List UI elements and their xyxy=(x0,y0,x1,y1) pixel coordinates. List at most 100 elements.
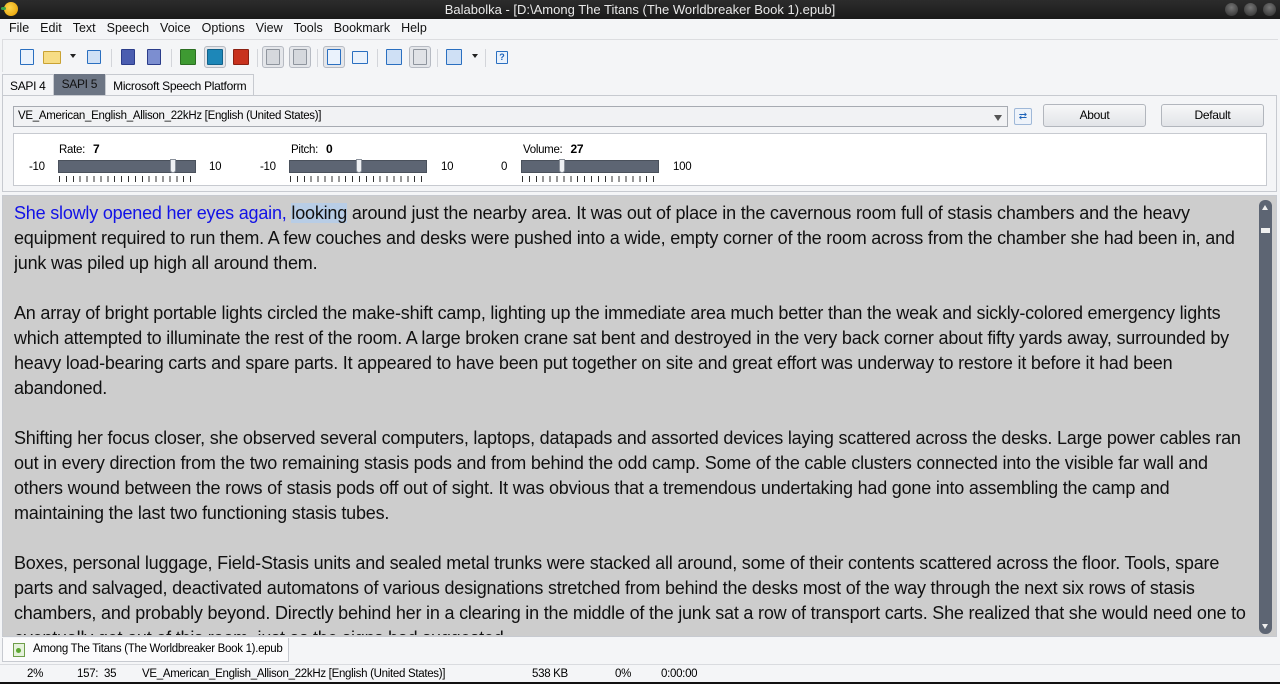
tab-sapi4[interactable]: SAPI 4 xyxy=(2,74,54,95)
paragraph: Shifting her focus closer, she observed … xyxy=(14,428,1241,523)
minimize-button[interactable] xyxy=(1225,3,1238,16)
vertical-scrollbar[interactable] xyxy=(1259,200,1272,634)
scroll-up-icon[interactable] xyxy=(1262,205,1268,210)
play-icon xyxy=(180,49,196,65)
tab-microsoft-speech-platform[interactable]: Microsoft Speech Platform xyxy=(105,74,255,95)
bookmark-menu-dropdown-icon[interactable] xyxy=(472,54,478,58)
engine-tabs: SAPI 4 SAPI 5 Microsoft Speech Platform xyxy=(2,74,255,95)
help-icon: ? xyxy=(496,50,508,64)
refresh-voices-button[interactable]: ⇄ xyxy=(1014,108,1032,125)
save-audio-icon xyxy=(121,49,135,65)
toolbar: ? xyxy=(2,39,1278,72)
rate-max: 10 xyxy=(209,161,222,173)
clipboard-read-icon xyxy=(266,49,280,65)
volume-ticks xyxy=(522,176,660,182)
document-tab-label: Among The Titans (The Worldbreaker Book … xyxy=(33,643,283,655)
document-tab[interactable]: Among The Titans (The Worldbreaker Book … xyxy=(2,638,289,662)
scroll-down-icon[interactable] xyxy=(1262,624,1268,629)
read-clipboard-alt-button[interactable] xyxy=(289,46,311,68)
clipboard-read-alt-icon xyxy=(293,49,307,65)
status-elapsed: 0:00:00 xyxy=(661,668,698,680)
pause-button[interactable] xyxy=(204,46,226,68)
spoken-text: She slowly opened her eyes again, xyxy=(14,203,287,223)
document-text[interactable]: She slowly opened her eyes again, lookin… xyxy=(14,201,1254,635)
pitch-slider-thumb[interactable] xyxy=(356,159,362,173)
add-bookmark-button[interactable] xyxy=(383,46,405,68)
volume-value: 27 xyxy=(570,142,584,156)
toolbar-separator xyxy=(377,49,378,67)
save-audio-split-button[interactable] xyxy=(143,46,165,68)
bookmark-menu-button[interactable] xyxy=(443,46,465,68)
close-button[interactable] xyxy=(1263,3,1276,16)
help-button[interactable]: ? xyxy=(491,46,513,68)
pronunciation-button[interactable] xyxy=(349,46,371,68)
menu-voice[interactable]: Voice xyxy=(155,19,197,38)
rate-slider[interactable] xyxy=(58,159,196,173)
save-audio-split-icon xyxy=(147,49,161,65)
volume-slider[interactable] xyxy=(521,159,659,173)
paragraph: She slowly opened her eyes again, lookin… xyxy=(14,203,1235,273)
menu-help[interactable]: Help xyxy=(396,19,433,38)
epub-file-icon xyxy=(13,643,25,657)
menu-speech[interactable]: Speech xyxy=(102,19,155,38)
voice-select-value: VE_American_English_Allison_22kHz [Engli… xyxy=(18,110,322,122)
status-audio-progress: 0% xyxy=(615,668,632,680)
save-audio-button[interactable] xyxy=(117,46,139,68)
rate-slider-thumb[interactable] xyxy=(169,159,176,173)
spelling-button[interactable] xyxy=(323,46,345,68)
status-voice: VE_American_English_Allison_22kHz [Engli… xyxy=(142,668,446,680)
tab-sapi5[interactable]: SAPI 5 xyxy=(53,74,106,95)
floppy-disk-icon xyxy=(87,50,101,64)
menu-file[interactable]: File xyxy=(4,19,35,38)
go-bookmark-button[interactable] xyxy=(409,46,431,68)
menu-tools[interactable]: Tools xyxy=(289,19,329,38)
open-file-dropdown-icon[interactable] xyxy=(70,54,76,58)
bookmark-list-icon xyxy=(446,49,462,65)
paragraph: An array of bright portable lights circl… xyxy=(14,303,1229,398)
menu-edit[interactable]: Edit xyxy=(35,19,68,38)
volume-slider-thumb[interactable] xyxy=(558,159,565,173)
paragraph: Boxes, personal luggage, Field-Stasis un… xyxy=(14,553,1246,635)
new-document-button[interactable] xyxy=(16,46,38,68)
title-bar: Balabolka - [D:\Among The Titans (The Wo… xyxy=(0,0,1280,19)
status-progress: 2% xyxy=(27,668,44,680)
text-editor[interactable]: She slowly opened her eyes again, lookin… xyxy=(2,195,1277,637)
toolbar-separator xyxy=(485,49,486,67)
current-word: looking xyxy=(291,203,348,223)
maximize-button[interactable] xyxy=(1244,3,1257,16)
read-clipboard-button[interactable] xyxy=(262,46,284,68)
folder-icon xyxy=(43,50,61,64)
save-button[interactable] xyxy=(83,46,105,68)
scrollbar-thumb[interactable] xyxy=(1261,228,1270,233)
open-file-button[interactable] xyxy=(41,46,63,68)
menu-options[interactable]: Options xyxy=(197,19,251,38)
status-position: 157: 35 xyxy=(77,668,117,680)
play-button[interactable] xyxy=(177,46,199,68)
pitch-ticks xyxy=(290,176,428,182)
pitch-max: 10 xyxy=(441,161,454,173)
stop-button[interactable] xyxy=(230,46,252,68)
menu-bookmark[interactable]: Bookmark xyxy=(329,19,396,38)
refresh-icon: ⇄ xyxy=(1018,111,1028,122)
document-edit-icon xyxy=(327,49,341,65)
bookmark-goto-icon xyxy=(413,49,427,65)
chevron-down-icon[interactable] xyxy=(994,115,1002,121)
pitch-slider[interactable] xyxy=(289,159,427,173)
toolbar-separator xyxy=(111,49,112,67)
toolbar-separator xyxy=(257,49,258,67)
new-document-icon xyxy=(20,49,34,65)
about-button[interactable]: About xyxy=(1043,104,1146,127)
voice-select[interactable]: VE_American_English_Allison_22kHz [Engli… xyxy=(13,106,1008,127)
rate-value: 7 xyxy=(93,142,100,156)
menu-view[interactable]: View xyxy=(251,19,289,38)
add-bookmark-icon xyxy=(386,49,402,65)
menu-text[interactable]: Text xyxy=(68,19,102,38)
pitch-label: Pitch: 0 xyxy=(291,142,333,156)
voice-settings: Rate: 7 -10 10 Pitch: 0 -10 10 Volume: 27 0… xyxy=(13,133,1267,186)
default-button[interactable]: Default xyxy=(1161,104,1264,127)
status-bar: 2% 157: 35 VE_American_English_Allison_2… xyxy=(0,664,1280,684)
volume-label: Volume: 27 xyxy=(523,142,584,156)
rate-min: -10 xyxy=(29,161,45,173)
pause-icon xyxy=(207,49,223,65)
toolbar-separator xyxy=(317,49,318,67)
